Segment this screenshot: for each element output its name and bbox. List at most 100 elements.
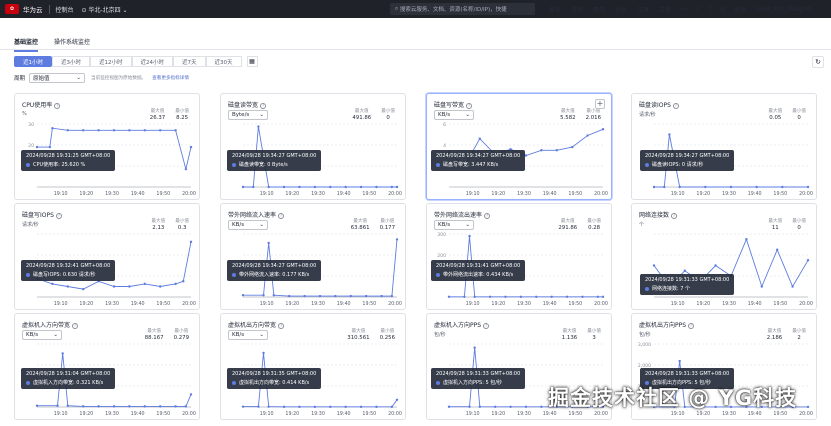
data-point[interactable] xyxy=(745,238,748,241)
region-selector[interactable]: ⊙ 华北-北京四 ⌄ xyxy=(82,5,128,14)
data-point[interactable] xyxy=(524,405,528,408)
data-point[interactable] xyxy=(390,294,394,298)
data-point[interactable] xyxy=(781,185,784,189)
data-point[interactable] xyxy=(473,346,476,349)
data-point[interactable] xyxy=(652,264,656,267)
data-point[interactable] xyxy=(313,185,317,189)
metric-card-cpu[interactable]: 30201019:1019:2019:3019:4019:5020:00CPU使… xyxy=(14,93,200,200)
data-point[interactable] xyxy=(359,185,363,189)
data-point[interactable] xyxy=(678,185,681,189)
topbar-item-tools[interactable]: 工具 xyxy=(637,5,649,14)
metric-card-disk_write_bw[interactable]: 64219:1019:2019:3019:4019:5020:00磁盘写带宽?K… xyxy=(426,93,612,200)
data-point[interactable] xyxy=(334,294,337,298)
help-circle-icon[interactable]: ? xyxy=(260,102,267,109)
data-point[interactable] xyxy=(524,154,528,157)
topbar-item-enterprise[interactable]: 企业 xyxy=(615,5,627,14)
data-point[interactable] xyxy=(189,393,193,396)
range-12h-button[interactable]: 近12小时 xyxy=(90,56,132,67)
data-point[interactable] xyxy=(509,405,512,408)
user-account[interactable]: hwid_zzn_3lbegnd xyxy=(756,6,811,13)
data-point[interactable] xyxy=(241,294,245,297)
data-point[interactable] xyxy=(447,295,451,298)
data-point[interactable] xyxy=(683,269,686,272)
unit-select[interactable]: KB/s ⌄ xyxy=(228,220,268,230)
data-point[interactable] xyxy=(540,405,543,408)
data-point[interactable] xyxy=(359,405,363,409)
data-point[interactable] xyxy=(174,282,177,286)
unit-select[interactable]: KB/s ⌄ xyxy=(22,330,62,340)
data-point[interactable] xyxy=(66,285,69,288)
data-point[interactable] xyxy=(365,294,368,298)
data-point[interactable] xyxy=(35,404,39,407)
data-point[interactable] xyxy=(143,405,146,408)
metric-card-vnic_in_bw[interactable]: 19:10 19:20 19:30 19:40 19:50 20:00 虚拟机入方向带宽? K… xyxy=(14,313,200,420)
help-circle-icon[interactable]: ? xyxy=(688,322,695,329)
data-point[interactable] xyxy=(344,405,347,409)
globe-icon[interactable]: ◎ xyxy=(720,5,726,13)
data-point[interactable] xyxy=(112,285,116,288)
data-point[interactable] xyxy=(143,282,146,286)
data-point[interactable] xyxy=(390,185,394,189)
data-point[interactable] xyxy=(112,129,116,132)
unit-select[interactable]: Byte/s ⌄ xyxy=(228,110,268,120)
topbar-item-beian[interactable]: 备案 xyxy=(549,5,561,14)
data-point[interactable] xyxy=(303,294,306,298)
data-point[interactable] xyxy=(329,405,332,409)
unit-select[interactable]: KB/s ⌄ xyxy=(228,330,268,340)
data-point[interactable] xyxy=(128,129,131,132)
data-point[interactable] xyxy=(252,185,255,189)
data-point[interactable] xyxy=(375,185,378,189)
help-circle-icon[interactable]: ? xyxy=(278,212,285,219)
data-point[interactable] xyxy=(143,129,146,132)
data-point[interactable] xyxy=(184,405,188,408)
huawei-logo[interactable]: ✿ xyxy=(5,4,19,14)
data-point[interactable] xyxy=(272,294,275,297)
help-circle-icon[interactable]: ? xyxy=(672,102,679,109)
data-point[interactable] xyxy=(714,264,717,267)
more-metrics-link[interactable]: 查看更多指标详情 xyxy=(152,75,189,81)
data-point[interactable] xyxy=(329,185,332,189)
data-point[interactable] xyxy=(463,295,466,298)
metric-card-net_conn[interactable]: 19:10 19:20 19:30 19:40 19:50 20:00 网络连接数? 个 最大值… xyxy=(631,203,817,310)
data-point[interactable] xyxy=(776,248,779,251)
data-point[interactable] xyxy=(395,238,399,241)
data-point[interactable] xyxy=(375,405,378,409)
data-point[interactable] xyxy=(174,129,177,132)
data-point[interactable] xyxy=(581,295,584,298)
data-point[interactable] xyxy=(35,145,39,149)
data-point[interactable] xyxy=(504,295,507,298)
data-point[interactable] xyxy=(473,295,476,298)
data-point[interactable] xyxy=(380,294,383,298)
data-point[interactable] xyxy=(704,185,707,189)
data-point[interactable] xyxy=(159,129,162,132)
data-point[interactable] xyxy=(51,282,54,286)
refresh-icon[interactable]: ↻ xyxy=(812,56,824,68)
range-24h-button[interactable]: 近24小时 xyxy=(131,56,173,67)
data-point[interactable] xyxy=(601,128,605,131)
data-point[interactable] xyxy=(159,285,162,288)
topbar-item-resource[interactable]: 资源 xyxy=(571,5,583,14)
range-7d-button[interactable]: 近7天 xyxy=(173,56,206,67)
data-point[interactable] xyxy=(344,185,347,189)
brand-name[interactable]: 华为云 xyxy=(23,4,43,14)
data-point[interactable] xyxy=(468,234,471,238)
help-circle-icon[interactable]: ? xyxy=(484,212,491,219)
data-point[interactable] xyxy=(189,145,193,149)
data-point[interactable] xyxy=(494,405,497,408)
data-point[interactable] xyxy=(61,352,64,355)
data-point[interactable] xyxy=(184,167,188,171)
data-point[interactable] xyxy=(298,185,301,189)
data-point[interactable] xyxy=(395,398,399,401)
data-point[interactable] xyxy=(806,259,810,262)
metric-card-disk_write_iops[interactable]: 19:10 19:20 19:30 19:40 19:50 20:00 磁盘写IOPS? 请求… xyxy=(14,203,200,310)
data-point[interactable] xyxy=(596,295,600,298)
screen-icon[interactable]: ▭ xyxy=(681,5,688,13)
data-point[interactable] xyxy=(478,405,481,408)
help-circle-icon[interactable]: ? xyxy=(483,322,490,329)
data-point[interactable] xyxy=(806,185,810,189)
data-point[interactable] xyxy=(298,405,301,409)
data-point[interactable] xyxy=(519,295,523,298)
data-point[interactable] xyxy=(262,294,265,297)
help-circle-icon[interactable]: ? xyxy=(466,102,473,109)
range-1h-button[interactable]: 近1小时 xyxy=(14,56,52,67)
